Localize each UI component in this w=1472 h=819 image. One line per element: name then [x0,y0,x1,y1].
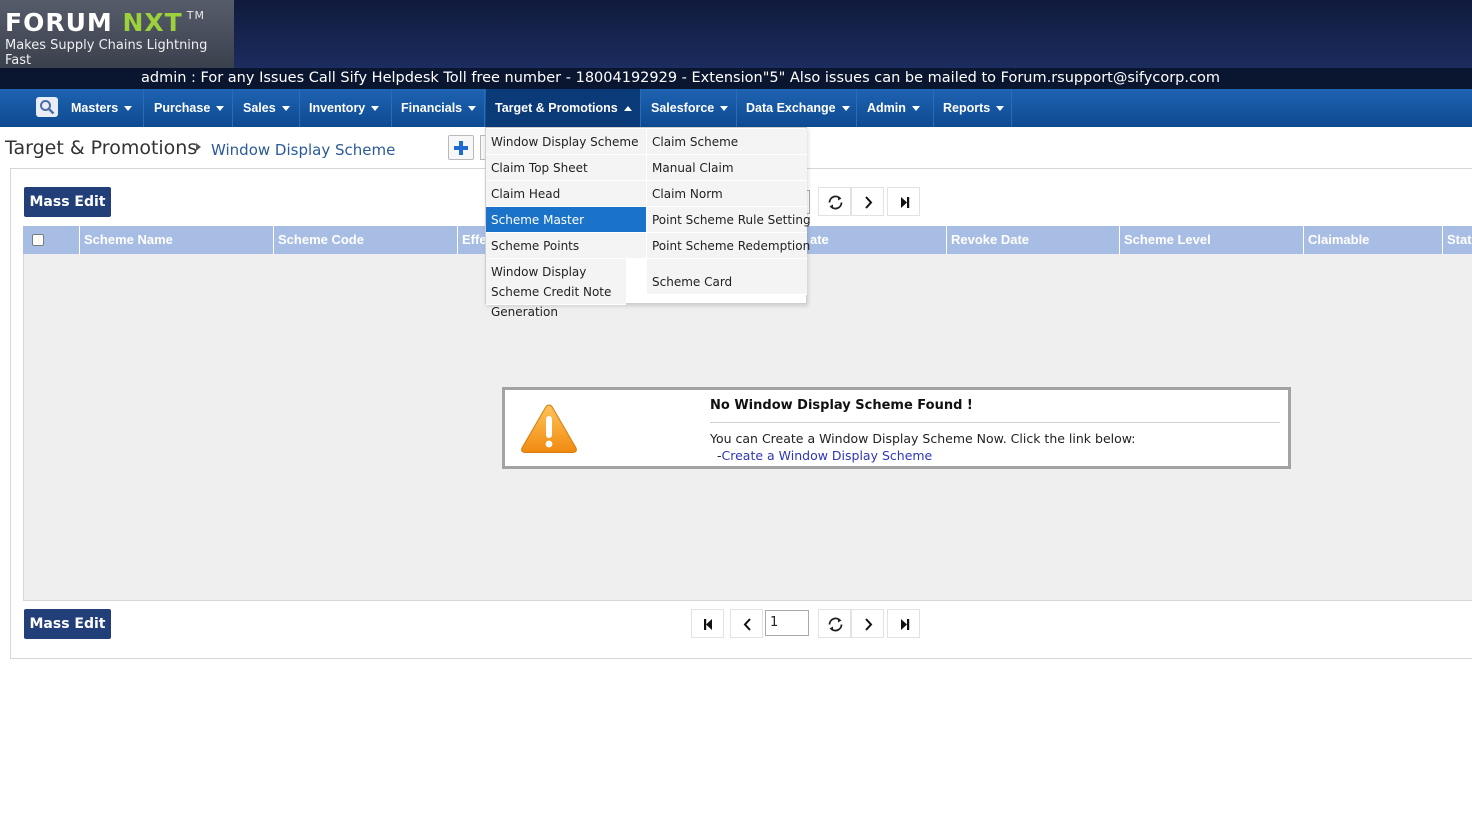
nav-sales[interactable]: Sales [234,89,300,127]
menu-claim-head[interactable]: Claim Head [486,181,646,207]
nav-inventory-label: Inventory [309,101,366,115]
breadcrumb-current: Window Display Scheme [211,141,396,159]
previous-page-button[interactable] [730,609,763,638]
empty-state-box: No Window Display Scheme Found ! You can… [502,387,1291,469]
last-page-icon [901,619,910,630]
page-number-input[interactable]: 1 [765,610,809,636]
menu-window-display-scheme[interactable]: Window Display Scheme [486,129,646,155]
menu-manual-claim[interactable]: Manual Claim [647,155,807,181]
nav-inventory[interactable]: Inventory [300,89,392,127]
breadcrumb-separator-icon [196,143,201,151]
app-header: FORUM NXT TM Makes Supply Chains Lightnin… [0,0,1472,68]
nav-salesforce-label: Salesforce [651,101,715,115]
refresh-button-bottom[interactable] [818,609,851,638]
search-button[interactable] [36,97,58,117]
logo-title: FORUM NXT TM [5,8,205,37]
menu-scheme-master[interactable]: Scheme Master [486,207,646,233]
menu-point-scheme-redemption[interactable]: Point Scheme Redemption [647,233,810,259]
caret-down-icon [841,106,850,112]
nav-masters-label: Masters [71,101,119,115]
refresh-icon [828,195,843,210]
caret-down-icon [996,106,1005,112]
caret-up-icon [623,106,632,112]
caret-down-icon [911,106,920,112]
nav-sales-label: Sales [243,101,276,115]
menu-scheme-points[interactable]: Scheme Points [486,233,646,259]
nav-reports[interactable]: Reports [934,89,1012,127]
empty-state-link-row: -Create a Window Display Scheme [717,448,932,463]
create-scheme-link[interactable]: Create a Window Display Scheme [722,448,933,463]
nav-financials-label: Financials [401,101,463,115]
main-nav: Masters Purchase Sales Inventory Financi… [0,89,1472,127]
menu-claim-scheme[interactable]: Claim Scheme [647,129,807,155]
caret-down-icon [371,106,380,112]
col-scheme-code[interactable]: Scheme Code [273,226,457,254]
col-scheme-name[interactable]: Scheme Name [79,226,274,254]
nav-purchase-label: Purchase [154,101,211,115]
col-revoke-date[interactable]: Revoke Date [946,226,1119,254]
nav-purchase[interactable]: Purchase [145,89,233,127]
last-page-button[interactable] [887,609,920,638]
breadcrumb-root[interactable]: Target & Promotions [5,137,197,159]
mass-edit-button-bottom[interactable]: Mass Edit [24,609,111,639]
col-end-date[interactable]: ate [806,226,947,254]
first-page-icon [704,619,712,630]
logo-trademark: TM [186,9,205,22]
first-page-button[interactable] [691,609,724,638]
last-page-button-top[interactable] [887,187,920,216]
logo-forum: FORUM [5,8,113,37]
col-claimable[interactable]: Claimable [1303,226,1442,254]
chevron-right-icon [865,196,873,209]
nav-salesforce[interactable]: Salesforce [642,89,737,127]
nav-financials[interactable]: Financials [392,89,485,127]
search-icon [40,100,55,115]
nav-data-exchange-label: Data Exchange [746,101,836,115]
caret-down-icon [124,106,133,112]
nav-admin[interactable]: Admin [858,89,934,127]
plus-icon-vertical [459,141,463,155]
empty-state-title: No Window Display Scheme Found ! [710,398,973,413]
logo-tagline: Makes Supply Chains Lightning Fast [5,38,208,68]
chevron-left-icon [743,618,751,631]
menu-point-scheme-rule-setting[interactable]: Point Scheme Rule Setting [647,207,811,233]
nav-admin-label: Admin [867,101,906,115]
col-scheme-level[interactable]: Scheme Level [1119,226,1303,254]
caret-down-icon [468,106,477,112]
target-promotions-menu: Window Display Scheme Claim Top Sheet Cl… [485,127,811,319]
caret-down-icon [216,106,225,112]
empty-state-message: You can Create a Window Display Scheme N… [710,431,1136,446]
helpdesk-notice: admin : For any Issues Call Sify Helpdes… [0,68,1472,89]
logo[interactable]: FORUM NXT TM Makes Supply Chains Lightnin… [0,0,234,68]
next-page-button[interactable] [851,609,884,638]
mass-edit-button-top[interactable]: Mass Edit [24,187,111,217]
col-effective-date[interactable]: Effe [457,226,487,254]
nav-masters[interactable]: Masters [62,89,144,127]
next-page-button-top[interactable] [851,187,884,216]
chevron-right-icon [865,618,873,631]
warning-icon [521,404,577,453]
last-page-icon [901,197,910,208]
caret-down-icon [281,106,290,112]
add-button[interactable] [448,135,474,160]
menu-claim-norm[interactable]: Claim Norm [647,181,807,207]
menu-wds-credit-note[interactable]: Window Display Scheme Credit Note Genera… [486,259,626,319]
select-all-checkbox[interactable] [32,234,44,246]
refresh-icon [828,617,843,632]
menu-scheme-card[interactable]: Scheme Card [647,259,807,295]
refresh-button-top[interactable] [818,187,851,216]
col-status[interactable]: Stat [1442,226,1472,254]
nav-target-promotions-label: Target & Promotions [495,101,618,115]
logo-nxt: NXT [122,8,183,37]
menu-claim-top-sheet[interactable]: Claim Top Sheet [486,155,646,181]
nav-reports-label: Reports [943,101,991,115]
caret-down-icon [720,106,729,112]
empty-state-divider [710,422,1280,423]
nav-target-promotions[interactable]: Target & Promotions [486,89,641,127]
nav-data-exchange[interactable]: Data Exchange [737,89,857,127]
